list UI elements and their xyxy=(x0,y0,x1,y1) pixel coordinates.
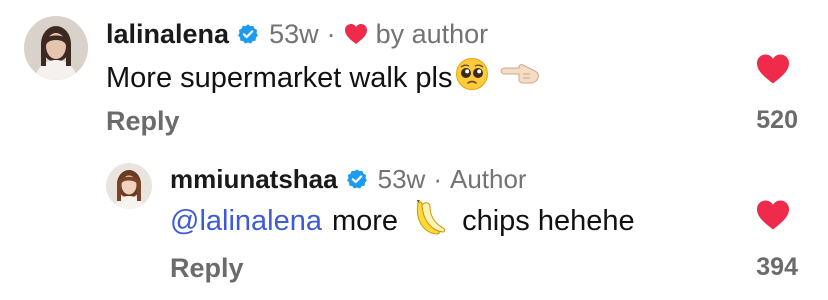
like-count: 394 xyxy=(756,253,798,281)
username[interactable]: lalinalena xyxy=(106,19,229,50)
comment-header: mmiunatshaa 53w · Author xyxy=(170,163,527,195)
avatar[interactable] xyxy=(106,163,152,209)
liked-by-author-label: by author xyxy=(375,18,489,49)
comment-text-part: more xyxy=(331,204,399,237)
reply-button[interactable]: Reply xyxy=(106,106,180,137)
comment-header: lalinalena 53w · by author xyxy=(106,17,488,51)
comment-age: 53w xyxy=(269,18,319,49)
username[interactable]: mmiunatshaa xyxy=(170,164,338,195)
banana-icon xyxy=(410,197,450,245)
comment-age: 53w xyxy=(377,163,426,194)
like-heart-icon[interactable] xyxy=(755,199,791,231)
comment-text-content: More supermarket walk pls xyxy=(106,61,453,94)
separator-dot: · xyxy=(433,163,442,194)
like-heart-icon[interactable] xyxy=(755,53,791,85)
verified-badge-icon xyxy=(237,23,259,45)
liked-by-author-heart-icon xyxy=(344,24,367,44)
like-count: 520 xyxy=(756,106,798,134)
left-pointing-hand-icon xyxy=(497,59,541,97)
verified-badge-icon xyxy=(346,168,368,190)
comment-text: @lalinalena more chips hehehe xyxy=(170,200,635,242)
comment-text: More supermarket walk pls xyxy=(106,58,541,98)
avatar[interactable] xyxy=(24,16,88,80)
mention-link[interactable]: @lalinalena xyxy=(170,205,322,238)
separator-dot: · xyxy=(326,18,336,49)
reply-button[interactable]: Reply xyxy=(170,253,244,284)
author-label: Author xyxy=(449,163,527,194)
comment-text-part: chips hehehe xyxy=(462,204,635,237)
pleading-face-icon xyxy=(455,57,489,99)
